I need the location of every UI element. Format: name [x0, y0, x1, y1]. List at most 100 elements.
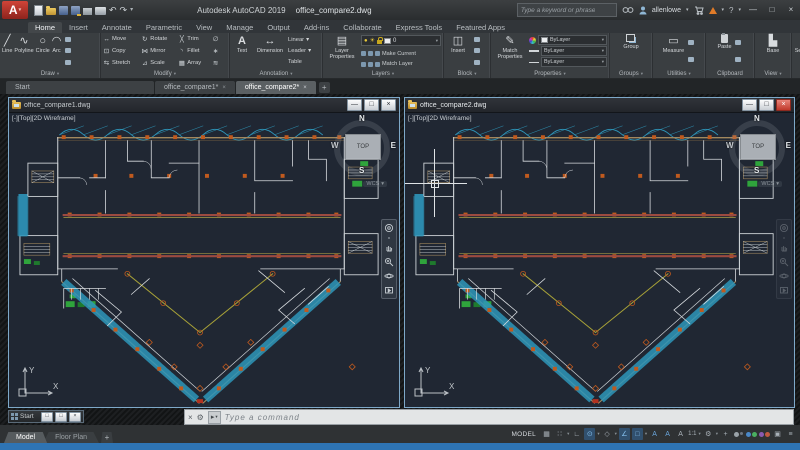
viewcube-top-face[interactable]: TOP — [345, 134, 381, 160]
graphics-performance-icon[interactable] — [746, 428, 757, 440]
orbit-icon[interactable] — [384, 271, 394, 281]
view-panel-label-row[interactable]: View ▾ — [755, 69, 791, 78]
copy-button[interactable]: ⊡Copy — [103, 47, 138, 55]
qat-customize-icon[interactable]: ▾ — [130, 5, 133, 15]
make-current-button[interactable]: Make Current — [361, 51, 441, 57]
cut-icon[interactable] — [735, 57, 741, 62]
viewport[interactable]: [-][Top][2D Wireframe] N E S W TOP WCS ▾ — [9, 113, 399, 407]
linetype-dropdown[interactable]: ByLayer ▾ — [541, 57, 607, 67]
osnap-chevron-icon[interactable]: ▾ — [645, 431, 647, 437]
file-tab-office-compare1[interactable]: office_compare1* × — [155, 81, 235, 94]
isolate-objects-icon[interactable] — [733, 428, 744, 440]
linear-button[interactable]: Linear▾ — [288, 37, 311, 43]
store-cart-icon[interactable] — [694, 6, 704, 15]
workspace-chevron-icon[interactable]: ▾ — [716, 431, 718, 437]
color-wheel-icon[interactable] — [529, 37, 536, 44]
block-attributes-icon[interactable] — [474, 60, 480, 65]
command-prompt-icon[interactable]: ▸ ▾ — [208, 411, 221, 424]
new-drawing-tab-button[interactable]: + — [319, 82, 330, 93]
scale-chevron-icon[interactable]: ▾ — [698, 431, 700, 437]
search-input[interactable]: Type a keyword or phrase — [517, 3, 617, 17]
hardware-acceleration-icon[interactable] — [759, 428, 770, 440]
isodraft-icon[interactable]: ◇ — [602, 428, 613, 440]
account-chevron-icon[interactable]: ▾ — [686, 7, 689, 13]
hatch-icon[interactable] — [65, 60, 71, 65]
annotation-panel-label-row[interactable]: Annotation ▾ — [230, 69, 322, 78]
child-close-button[interactable]: × — [381, 99, 396, 111]
array-button[interactable]: ▦Array — [178, 59, 209, 67]
close-tab-icon[interactable]: × — [222, 85, 226, 91]
save-as-icon[interactable] — [71, 6, 80, 15]
offset-button[interactable]: ≋ — [212, 59, 227, 67]
steering-wheel-icon[interactable] — [384, 223, 394, 233]
viewport[interactable]: [-][Top][2D Wireframe] N E S W TOP WCS — [405, 113, 794, 407]
tab-collaborate[interactable]: Collaborate — [336, 22, 388, 33]
explode-button[interactable]: ∗ — [212, 47, 227, 55]
autodesk-app-icon[interactable] — [709, 7, 717, 14]
zoom-icon[interactable] — [779, 257, 789, 267]
tab-manage[interactable]: Manage — [219, 22, 260, 33]
viewcube-east[interactable]: E — [786, 141, 791, 150]
trim-button[interactable]: ╳Trim — [178, 35, 209, 43]
new-layout-button[interactable]: + — [101, 432, 113, 443]
command-close-icon[interactable]: × — [188, 413, 193, 422]
snap-chevron-icon[interactable]: ▾ — [567, 431, 569, 437]
child-close-button[interactable]: × — [776, 99, 791, 111]
tab-annotate[interactable]: Annotate — [95, 22, 139, 33]
status-menu-icon[interactable]: ≡ — [785, 428, 796, 440]
annotation-visibility-icon[interactable]: A — [649, 428, 660, 440]
child-minimize-button[interactable]: — — [347, 99, 362, 111]
showmotion-icon[interactable] — [779, 285, 789, 295]
viewcube-west[interactable]: W — [726, 141, 734, 150]
autocad-logo-button[interactable]: A ▾ — [2, 1, 28, 19]
min-restore-button[interactable]: □ — [41, 412, 53, 422]
measure-button[interactable]: ▭ Measure — [663, 34, 684, 68]
layout-tab-floor-plan[interactable]: Floor Plan — [43, 432, 99, 443]
group-button[interactable]: Group — [623, 34, 638, 68]
tab-featured-apps[interactable]: Featured Apps — [449, 22, 512, 33]
rotate-button[interactable]: ↻Rotate — [141, 35, 175, 43]
annotation-autoscale-icon[interactable]: A — [662, 428, 673, 440]
quick-calc-icon[interactable] — [688, 57, 694, 62]
viewcube-top-face[interactable]: TOP — [740, 134, 776, 160]
block-panel-label-row[interactable]: Block ▾ — [444, 69, 490, 78]
drawing-window-office-compare2[interactable]: office_compare2.dwg — □ × [-][Top][2D Wi… — [404, 97, 795, 408]
close-button[interactable]: × — [784, 1, 798, 19]
linetype-icon[interactable] — [529, 62, 539, 63]
create-block-icon[interactable] — [474, 48, 480, 53]
showmotion-icon[interactable] — [384, 285, 394, 295]
mirror-button[interactable]: ⋈Mirror — [141, 47, 175, 55]
modify-panel-label-row[interactable]: Modify ▾ — [101, 69, 229, 78]
viewcube-south[interactable]: S — [359, 166, 364, 175]
object-color-dropdown[interactable]: ByLayer ▾ — [538, 35, 607, 45]
minimized-drawing-window[interactable]: Start □ □ × — [8, 410, 84, 423]
ortho-icon[interactable]: ∟ — [571, 428, 582, 440]
minimize-button[interactable]: — — [746, 1, 760, 19]
scale-button[interactable]: ⊿Scale — [141, 59, 175, 67]
username[interactable]: allenlowe — [652, 7, 681, 14]
copy-clip-icon[interactable] — [735, 40, 741, 45]
tab-express-tools[interactable]: Express Tools — [389, 22, 450, 33]
utilities-panel-label-row[interactable]: Utilities ▾ — [653, 69, 705, 78]
file-tab-office-compare2[interactable]: office_compare2* × — [236, 81, 316, 94]
viewcube-north[interactable]: N — [359, 114, 365, 123]
polar-chevron-icon[interactable]: ▾ — [597, 431, 599, 437]
viewcube-east[interactable]: E — [391, 141, 396, 150]
rectangle-icon[interactable] — [65, 37, 71, 42]
search-icon[interactable] — [622, 6, 634, 14]
viewport-controls-label[interactable]: [-][Top][2D Wireframe] — [12, 115, 76, 122]
child-restore-button[interactable]: □ — [364, 99, 379, 111]
dimension-button[interactable]: ↔ Dimension — [254, 34, 286, 68]
orbit-icon[interactable] — [779, 271, 789, 281]
new-file-icon[interactable] — [34, 5, 43, 16]
polar-tracking-icon[interactable]: ⊙ — [584, 428, 595, 440]
wcs-dropdown[interactable]: WCS ▾ — [758, 181, 782, 187]
viewcube[interactable]: N E S W TOP WCS ▾ — [726, 117, 788, 179]
properties-panel-label-row[interactable]: Properties ▾ — [491, 69, 609, 78]
open-file-icon[interactable] — [46, 8, 56, 15]
ellipse-icon[interactable] — [65, 48, 71, 53]
tab-insert[interactable]: Insert — [62, 22, 95, 33]
command-input[interactable]: Type a command — [225, 413, 300, 422]
min-maximize-button[interactable]: □ — [55, 412, 67, 422]
wcs-dropdown[interactable]: WCS ▾ — [363, 181, 387, 187]
